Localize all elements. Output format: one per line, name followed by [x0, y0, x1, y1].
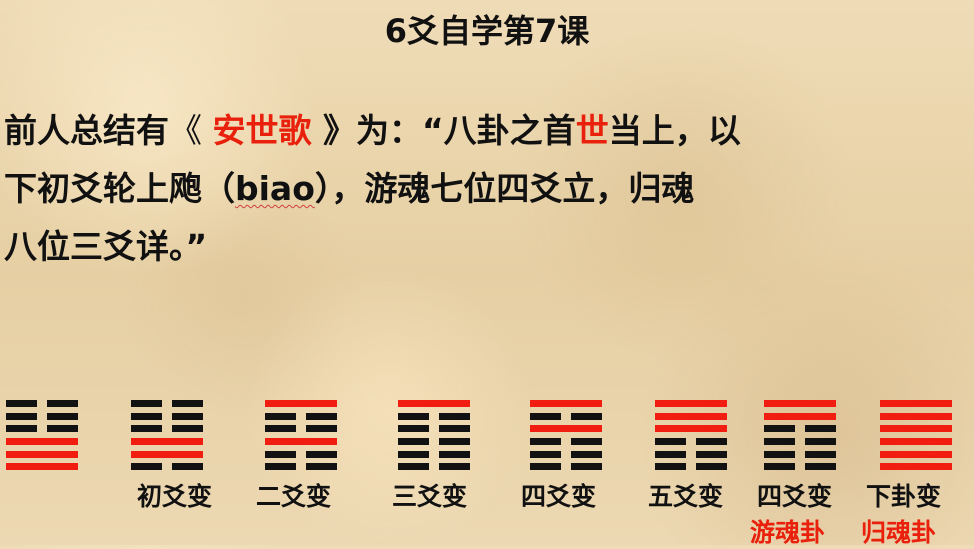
yin-line	[131, 400, 203, 407]
yang-line	[880, 400, 952, 407]
hexagram-type-label: 游魂卦	[750, 518, 826, 547]
yin-line	[530, 451, 602, 458]
yang-line	[131, 451, 203, 458]
text-span: 下初爻轮上飑（	[4, 169, 235, 208]
text-span: 前人总结有	[4, 111, 169, 150]
yin-line	[530, 463, 602, 470]
hexagram-symbol	[265, 388, 337, 470]
yang-line	[6, 451, 78, 458]
hexagram-symbol	[398, 388, 470, 470]
yang-line	[764, 400, 836, 407]
yin-line	[131, 413, 203, 420]
highlight-shi: 世	[575, 111, 609, 150]
yin-line	[265, 463, 337, 470]
yang-line	[655, 400, 727, 407]
hexagram-label: 四爻变	[521, 482, 597, 511]
hexagram-label: 初爻变	[137, 482, 213, 511]
yin-line	[764, 438, 836, 445]
hexagram-label: 下卦变	[866, 482, 942, 511]
text-line-2: 下初爻轮上飑（biao），游魂七位四爻立，归魂	[4, 160, 969, 218]
hexagram-type-label: 归魂卦	[861, 518, 937, 547]
hexagram-symbol	[764, 388, 836, 470]
yang-line	[880, 463, 952, 470]
yang-line	[880, 425, 952, 432]
hexagram-symbol	[655, 388, 727, 470]
hexagram-label: 四爻变	[757, 482, 833, 511]
text-line-1: 前人总结有《 安世歌 》为：“八卦之首世当上，以	[4, 102, 969, 160]
yin-line	[265, 413, 337, 420]
yin-line	[764, 463, 836, 470]
yang-line	[530, 400, 602, 407]
slide-title: 6爻自学第7课	[384, 12, 590, 50]
hexagram-symbol	[6, 388, 78, 470]
yin-line	[398, 425, 470, 432]
yin-line	[655, 451, 727, 458]
yang-line	[131, 438, 203, 445]
yin-line	[131, 463, 203, 470]
yang-line	[265, 400, 337, 407]
yin-line	[655, 463, 727, 470]
text-line-3: 八位三爻详。”	[4, 218, 969, 276]
yang-line	[655, 425, 727, 432]
yang-line	[880, 438, 952, 445]
yin-line	[131, 425, 203, 432]
text-span: 》为：“八卦之首	[311, 111, 576, 150]
text-span: ），游魂七位四爻立，归魂	[314, 169, 695, 208]
yin-line	[398, 463, 470, 470]
hexagram-symbol	[530, 388, 602, 470]
yin-line	[398, 451, 470, 458]
yin-line	[398, 438, 470, 445]
hexagram-label: 二爻变	[256, 482, 332, 511]
text-span: 八位三爻详。”	[4, 227, 208, 266]
yang-line	[6, 438, 78, 445]
yang-line	[530, 425, 602, 432]
yang-line	[655, 413, 727, 420]
text-span: 当上，以	[608, 111, 741, 150]
yin-line	[530, 438, 602, 445]
yang-line	[265, 438, 337, 445]
yin-line	[6, 400, 78, 407]
yin-line	[398, 413, 470, 420]
yang-line	[764, 413, 836, 420]
text-span: 《	[169, 111, 213, 150]
yang-line	[880, 413, 952, 420]
yang-line	[398, 400, 470, 407]
hexagram-symbol	[131, 388, 203, 470]
yin-line	[764, 425, 836, 432]
yin-line	[265, 451, 337, 458]
hexagram-symbol	[880, 388, 952, 470]
text-paragraph: 前人总结有《 安世歌 》为：“八卦之首世当上，以 下初爻轮上飑（biao），游魂…	[4, 102, 969, 276]
yin-line	[265, 425, 337, 432]
yin-line	[764, 451, 836, 458]
highlight-song-name: 安世歌	[212, 111, 312, 150]
hexagram-label: 三爻变	[392, 482, 468, 511]
yang-line	[880, 451, 952, 458]
yin-line	[6, 425, 78, 432]
yin-line	[655, 438, 727, 445]
hexagram-label: 五爻变	[648, 482, 724, 511]
yin-line	[6, 413, 78, 420]
yang-line	[6, 463, 78, 470]
yin-line	[530, 413, 602, 420]
pinyin-annotation: biao	[235, 169, 315, 208]
